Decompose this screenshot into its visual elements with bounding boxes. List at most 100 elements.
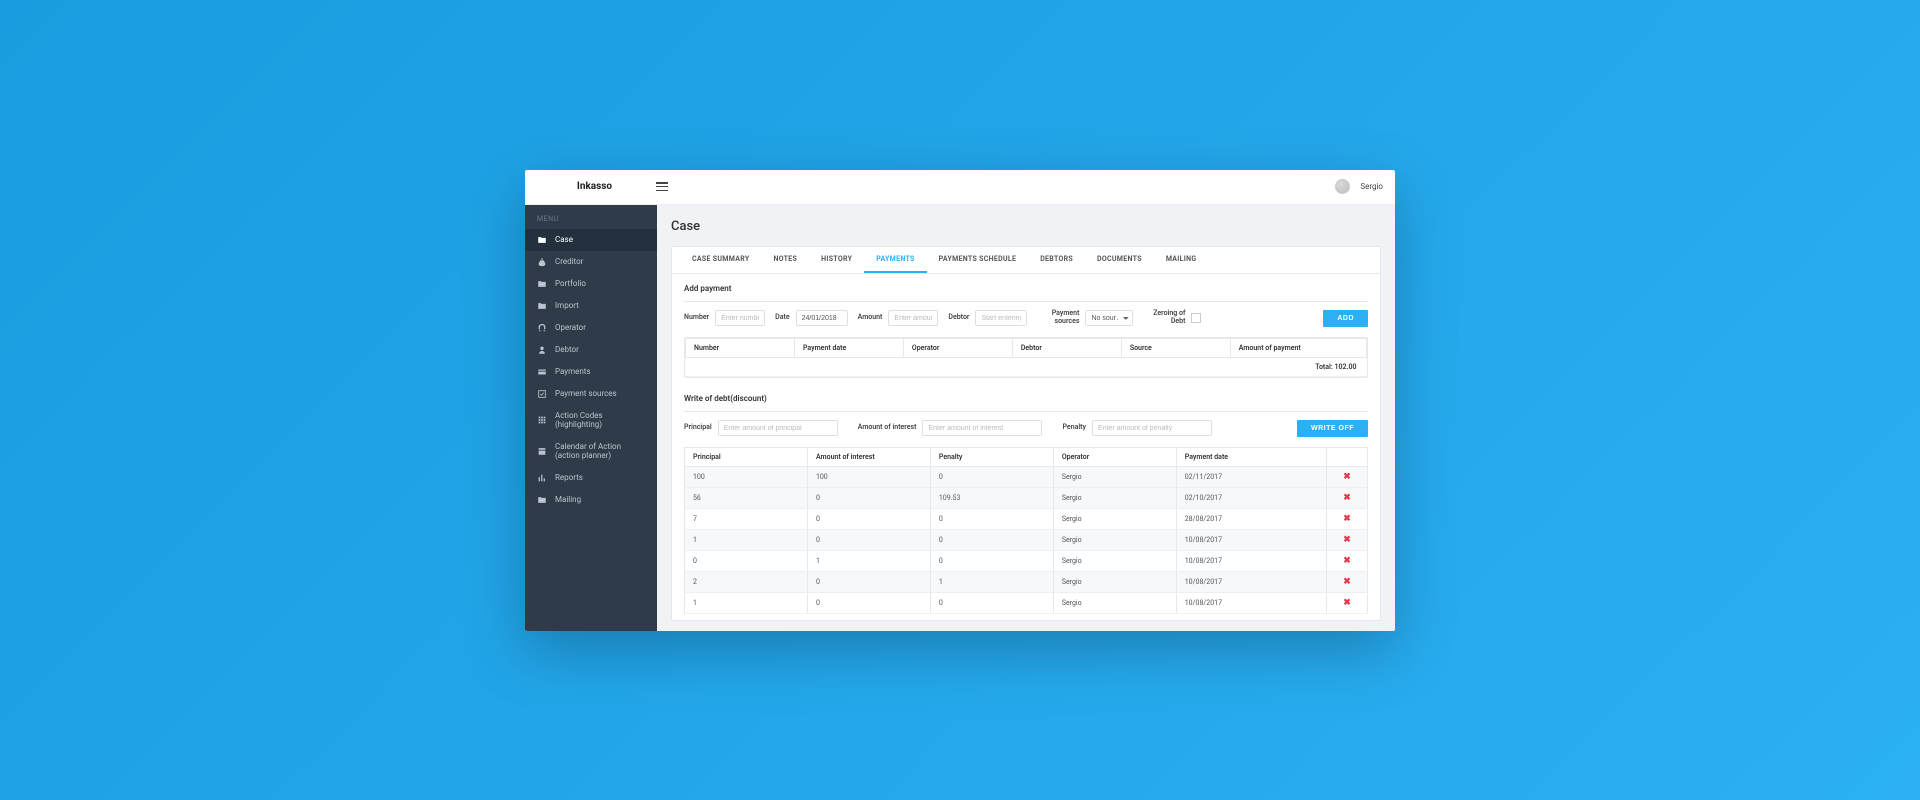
sidebar-item-case[interactable]: Case xyxy=(525,229,657,251)
cell-date: 10/08/2017 xyxy=(1176,550,1326,571)
sidebar-item-label: Payments xyxy=(555,367,591,377)
col-penalty: Penalty xyxy=(930,447,1053,466)
brand-logo: Inkasso xyxy=(537,181,652,192)
tab-history[interactable]: HISTORY xyxy=(809,247,864,273)
sidebar-item-payments[interactable]: Payments xyxy=(525,361,657,383)
cell-principal: 100 xyxy=(685,466,808,487)
zeroing-checkbox[interactable] xyxy=(1191,313,1201,323)
cell-penalty: 0 xyxy=(930,592,1053,613)
cell-principal: 1 xyxy=(685,529,808,550)
sidebar-item-portfolio[interactable]: Portfolio xyxy=(525,273,657,295)
sidebar-item-label: Action Codes (highlighting) xyxy=(555,411,645,430)
col-principal: Principal xyxy=(685,447,808,466)
debtor-input[interactable] xyxy=(975,310,1027,326)
sidebar-item-label: Mailing xyxy=(555,495,581,505)
folder-icon xyxy=(537,301,547,311)
delete-icon[interactable]: ✖ xyxy=(1343,472,1351,482)
main-content: Case CASE SUMMARY NOTES HISTORY PAYMENTS… xyxy=(657,205,1395,631)
sidebar-item-creditor[interactable]: Creditor xyxy=(525,251,657,273)
delete-icon[interactable]: ✖ xyxy=(1343,535,1351,545)
sidebar-item-action-codes[interactable]: Action Codes (highlighting) xyxy=(525,405,657,436)
number-input[interactable] xyxy=(715,310,765,326)
sidebar-item-payment-sources[interactable]: Payment sources xyxy=(525,383,657,405)
sources-select[interactable]: No sour… xyxy=(1085,310,1133,326)
sidebar-item-calendar[interactable]: Calendar of Action (action planner) xyxy=(525,436,657,467)
menu-toggle-icon[interactable] xyxy=(656,182,668,191)
topbar: Inkasso Sergio xyxy=(525,170,1395,205)
table-row: 100Sergio10/08/2017✖ xyxy=(685,592,1368,613)
sidebar-item-label: Reports xyxy=(555,473,583,483)
divider xyxy=(684,301,1368,302)
sidebar-item-reports[interactable]: Reports xyxy=(525,467,657,489)
col-operator: Operator xyxy=(903,338,1012,357)
principal-input[interactable] xyxy=(718,420,838,436)
cell-operator: Sergio xyxy=(1053,508,1176,529)
sidebar-item-operator[interactable]: Operator xyxy=(525,317,657,339)
cell-date: 10/08/2017 xyxy=(1176,571,1326,592)
tab-notes[interactable]: NOTES xyxy=(761,247,809,273)
write-off-section: Write of debt(discount) Principal Amount… xyxy=(672,384,1380,620)
cell-operator: Sergio xyxy=(1053,487,1176,508)
grid-icon xyxy=(537,415,547,425)
tab-case-summary[interactable]: CASE SUMMARY xyxy=(680,247,761,273)
tab-mailing[interactable]: MAILING xyxy=(1154,247,1209,273)
sources-label: Payment sources xyxy=(1037,310,1079,325)
sidebar-item-import[interactable]: Import xyxy=(525,295,657,317)
delete-icon[interactable]: ✖ xyxy=(1343,598,1351,608)
calendar-icon xyxy=(537,446,547,456)
penalty-label: Penalty xyxy=(1062,424,1086,432)
col-source: Source xyxy=(1121,338,1230,357)
principal-label: Principal xyxy=(684,424,712,432)
delete-icon[interactable]: ✖ xyxy=(1343,514,1351,524)
sidebar-item-label: Portfolio xyxy=(555,279,586,289)
write-off-button[interactable]: WRITE OFF xyxy=(1297,420,1368,437)
add-button[interactable]: ADD xyxy=(1323,310,1368,327)
cell-principal: 0 xyxy=(685,550,808,571)
tab-documents[interactable]: DOCUMENTS xyxy=(1085,247,1154,273)
cell-interest: 0 xyxy=(807,508,930,529)
folder-icon xyxy=(537,235,547,245)
sidebar-item-label: Debtor xyxy=(555,345,579,355)
cell-interest: 0 xyxy=(807,487,930,508)
chart-icon xyxy=(537,473,547,483)
folder-icon xyxy=(537,279,547,289)
sidebar-item-mailing[interactable]: Mailing xyxy=(525,489,657,511)
sidebar-item-debtor[interactable]: Debtor xyxy=(525,339,657,361)
sidebar-header: MENU xyxy=(525,205,657,229)
cell-operator: Sergio xyxy=(1053,529,1176,550)
col-debtor: Debtor xyxy=(1012,338,1121,357)
cell-date: 02/10/2017 xyxy=(1176,487,1326,508)
amount-label: Amount xyxy=(858,314,883,322)
moneybag-icon xyxy=(537,257,547,267)
avatar[interactable] xyxy=(1335,179,1350,194)
delete-icon[interactable]: ✖ xyxy=(1343,577,1351,587)
page-title: Case xyxy=(671,219,1381,234)
sidebar-item-label: Calendar of Action (action planner) xyxy=(555,442,645,461)
user-icon xyxy=(537,345,547,355)
payments-table: Number Payment date Operator Debtor Sour… xyxy=(684,337,1368,378)
amount-input[interactable] xyxy=(888,310,938,326)
cell-penalty: 1 xyxy=(930,571,1053,592)
interest-label: Amount of interest xyxy=(858,424,917,432)
tab-debtors[interactable]: DEBTORS xyxy=(1028,247,1085,273)
check-square-icon xyxy=(537,389,547,399)
penalty-input[interactable] xyxy=(1092,420,1212,436)
cell-date: 10/08/2017 xyxy=(1176,529,1326,550)
interest-input[interactable] xyxy=(922,420,1042,436)
username[interactable]: Sergio xyxy=(1360,182,1383,191)
tab-payments[interactable]: PAYMENTS xyxy=(864,247,926,273)
delete-icon[interactable]: ✖ xyxy=(1343,493,1351,503)
app-window: Inkasso Sergio MENU Case Creditor Portfo… xyxy=(525,170,1395,631)
cell-principal: 7 xyxy=(685,508,808,529)
sidebar-item-label: Payment sources xyxy=(555,389,617,399)
table-row: 010Sergio10/08/2017✖ xyxy=(685,550,1368,571)
cell-operator: Sergio xyxy=(1053,550,1176,571)
add-payment-section: Add payment Number Date Amount xyxy=(672,274,1380,384)
cell-interest: 0 xyxy=(807,529,930,550)
tab-payments-schedule[interactable]: PAYMENTS SCHEDULE xyxy=(927,247,1029,273)
table-row: 560109.53Sergio02/10/2017✖ xyxy=(685,487,1368,508)
delete-icon[interactable]: ✖ xyxy=(1343,556,1351,566)
table-row: 100Sergio10/08/2017✖ xyxy=(685,529,1368,550)
table-row: 1001000Sergio02/11/2017✖ xyxy=(685,466,1368,487)
date-input[interactable] xyxy=(796,310,848,326)
